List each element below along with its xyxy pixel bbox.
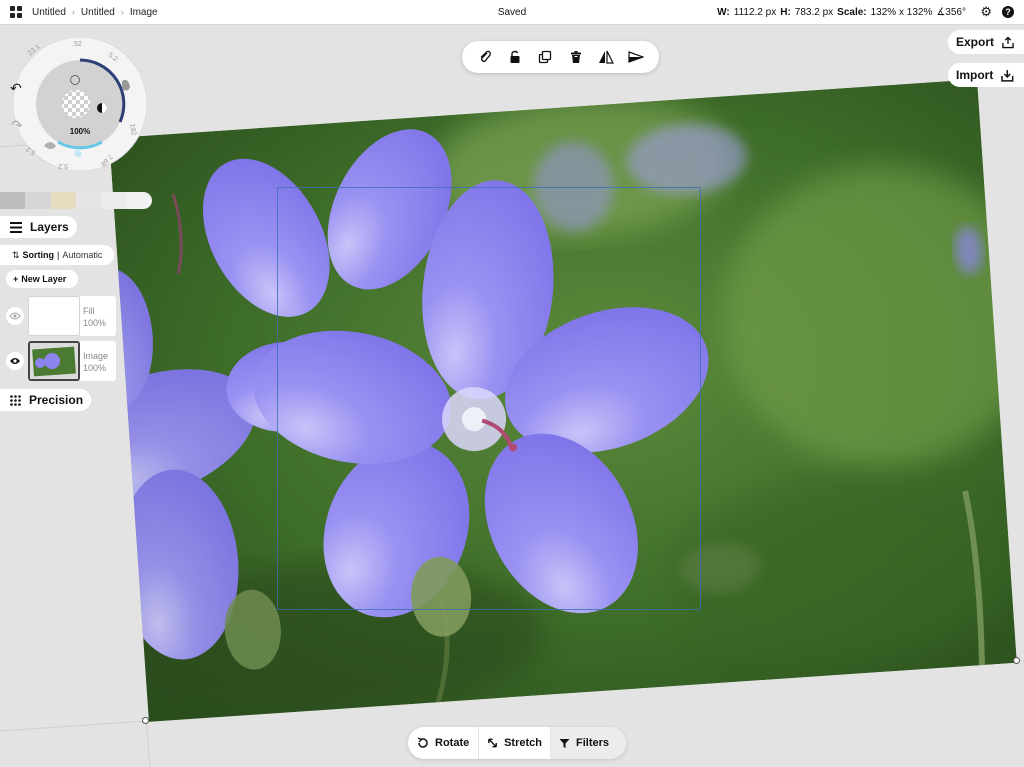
color-swatch[interactable] bbox=[25, 192, 51, 209]
color-swatch[interactable] bbox=[50, 192, 76, 209]
plus-icon: + bbox=[13, 274, 19, 284]
height-value: 783.2 px bbox=[794, 6, 834, 18]
breadcrumb-item[interactable]: Untitled bbox=[32, 7, 66, 18]
import-label: Import bbox=[956, 68, 994, 82]
layer-meta: Fill 100% bbox=[80, 296, 116, 336]
breadcrumb-item[interactable]: Image bbox=[130, 7, 158, 18]
precision-header[interactable]: Precision bbox=[0, 389, 91, 411]
layer-opacity: 100% bbox=[83, 363, 107, 373]
visibility-eye-icon[interactable] bbox=[6, 352, 24, 370]
layer-name: Image bbox=[83, 351, 109, 361]
height-label: H: bbox=[780, 6, 791, 18]
sort-icon: ⇅ bbox=[12, 249, 20, 260]
align-icon[interactable] bbox=[625, 46, 647, 68]
undo-icon[interactable]: ↶ bbox=[10, 80, 22, 97]
layer-item-fill[interactable]: Fill 100% bbox=[0, 296, 116, 336]
width-label: W: bbox=[717, 6, 730, 18]
precision-title: Precision bbox=[29, 393, 84, 407]
scale-value: 132% x 132% bbox=[870, 6, 933, 18]
transform-readout: W: 1112.2 px H: 783.2 px Scale: 132% x 1… bbox=[717, 7, 966, 18]
layer-item-image[interactable]: Image 100% bbox=[0, 341, 116, 381]
brush-opacity: 100% bbox=[70, 127, 90, 136]
breadcrumb-separator: › bbox=[71, 7, 75, 17]
selection-rectangle[interactable] bbox=[277, 187, 701, 610]
angle-value: ∡356° bbox=[936, 6, 966, 18]
color-swatch[interactable] bbox=[75, 192, 102, 209]
layer-name: Fill bbox=[83, 306, 95, 316]
sorting-divider: | bbox=[57, 250, 60, 260]
layers-header[interactable]: Layers bbox=[0, 216, 77, 238]
filter-icon bbox=[559, 738, 570, 748]
sorting-label: Sorting bbox=[22, 250, 55, 260]
breadcrumb-item[interactable]: Untitled bbox=[81, 7, 115, 18]
layer-opacity: 100% bbox=[83, 318, 107, 328]
flip-icon[interactable] bbox=[595, 46, 617, 68]
layer-meta: Image 100% bbox=[80, 341, 116, 381]
new-layer-button[interactable]: + New Layer bbox=[6, 270, 78, 288]
trash-icon[interactable] bbox=[565, 46, 587, 68]
paperclip-icon[interactable] bbox=[474, 46, 496, 68]
stretch-label: Stretch bbox=[504, 737, 542, 749]
color-swatch[interactable] bbox=[126, 192, 152, 209]
breadcrumb: Untitled › Untitled › Image bbox=[32, 7, 158, 18]
help-icon[interactable]: ? bbox=[1002, 6, 1014, 18]
rotate-icon bbox=[417, 737, 428, 748]
new-layer-label: New Layer bbox=[21, 274, 67, 284]
layers-icon bbox=[10, 221, 22, 233]
resize-handle[interactable] bbox=[142, 717, 149, 724]
rotate-button[interactable]: Rotate bbox=[408, 727, 478, 759]
color-swatch[interactable] bbox=[101, 192, 127, 209]
layer-thumbnail bbox=[28, 296, 80, 336]
rotate-label: Rotate bbox=[435, 737, 470, 749]
export-icon bbox=[1002, 35, 1014, 48]
sorting-mode: Automatic bbox=[62, 250, 103, 260]
visibility-eye-icon[interactable] bbox=[6, 307, 24, 325]
layer-thumbnail bbox=[28, 341, 80, 381]
export-label: Export bbox=[956, 35, 995, 49]
layers-title: Layers bbox=[30, 220, 69, 234]
breadcrumb-separator: › bbox=[120, 7, 124, 17]
redo-icon[interactable]: ↷ bbox=[11, 117, 23, 134]
svg-text:.52: .52 bbox=[72, 41, 82, 48]
import-button[interactable]: Import bbox=[948, 63, 1024, 87]
transform-mode-bar: Rotate Stretch Filters bbox=[408, 727, 626, 759]
sorting-toggle[interactable]: ⇅ Sorting | Automatic bbox=[0, 245, 114, 265]
resize-handle[interactable] bbox=[1013, 657, 1020, 664]
stretch-icon bbox=[488, 738, 497, 748]
filters-button[interactable]: Filters bbox=[551, 727, 626, 759]
image-toolbar bbox=[462, 41, 659, 73]
export-button[interactable]: Export bbox=[948, 30, 1024, 54]
scale-label: Scale: bbox=[837, 6, 867, 18]
import-icon bbox=[1001, 69, 1014, 82]
lock-icon[interactable] bbox=[504, 46, 526, 68]
gear-icon[interactable]: ⚙ bbox=[980, 5, 992, 18]
duplicate-icon[interactable] bbox=[534, 46, 556, 68]
color-swatch[interactable] bbox=[0, 192, 26, 209]
brush-dial[interactable]: 23.1 .52 5.2 192 7.68 5.2 5.2 100% bbox=[12, 36, 148, 172]
filters-label: Filters bbox=[576, 737, 610, 749]
width-value: 1112.2 px bbox=[733, 6, 777, 18]
svg-text:5.2: 5.2 bbox=[58, 162, 68, 169]
top-bar: Untitled › Untitled › Image Saved W: 111… bbox=[0, 0, 1024, 25]
dots-grid-icon bbox=[10, 394, 21, 406]
top-right-icons: ⚙ ? bbox=[980, 5, 1014, 18]
grid-icon[interactable] bbox=[10, 6, 22, 18]
color-history bbox=[0, 192, 152, 209]
stretch-button[interactable]: Stretch bbox=[478, 727, 551, 759]
